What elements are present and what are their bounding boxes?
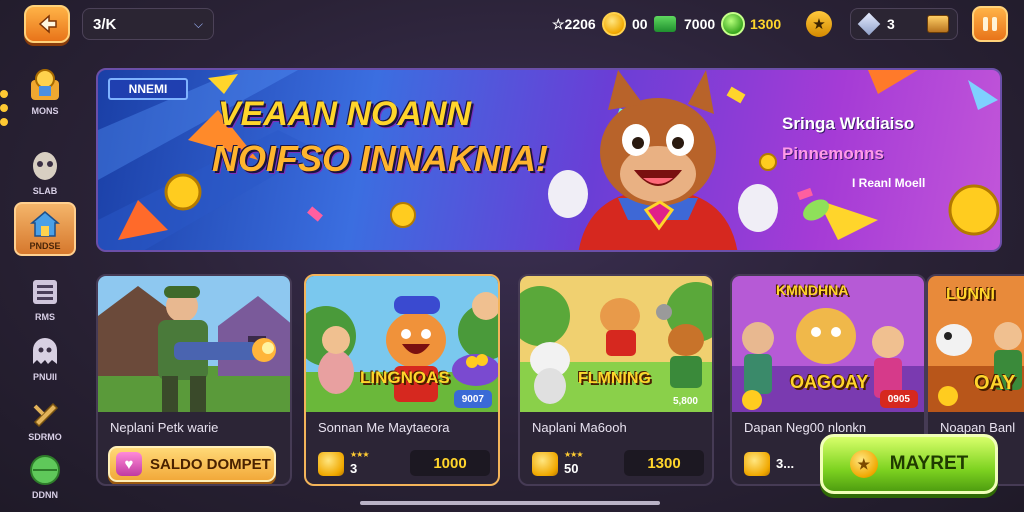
heart-icon: ♥ — [116, 452, 142, 476]
currency-cash[interactable]: 00 — [632, 9, 676, 39]
game-card[interactable]: Neplani Petk warie ♥ SALDO DOMPET — [96, 274, 292, 486]
wallet-balance-button[interactable]: ♥ SALDO DOMPET — [108, 446, 276, 482]
banner-side-line1: Sringa Wkdiaiso — [782, 114, 915, 133]
rating-stars: ★★★ — [564, 450, 583, 459]
game-name: Dapan Neg00 nlonkn — [744, 420, 867, 435]
coin-icon: ★ — [849, 450, 878, 478]
play-button[interactable]: ★ MAYRET — [820, 434, 998, 494]
game-name: Neplani Petk warie — [110, 420, 219, 435]
game-art-title-top: LUNNI — [946, 286, 995, 303]
chevron-down-icon: ⌵ — [193, 16, 203, 31]
game-art-title: LINGNOAS — [360, 368, 450, 387]
sidebar-item-mask[interactable]: SLAB — [14, 148, 76, 196]
banner-side-text: Sringa Wkdiaiso Pinnemonns I Reanl Moell — [782, 114, 982, 190]
cash-icon — [653, 16, 676, 32]
cash-amount: 00 — [632, 16, 648, 32]
game-card-art — [98, 276, 290, 412]
sidebar-item-globe[interactable]: DDNN — [14, 452, 76, 500]
coin-bag-icon — [744, 452, 770, 476]
server-dropdown[interactable]: 3/K ⌵ — [82, 8, 214, 40]
sidebar-item-label: MONS — [31, 106, 59, 116]
game-stats: ★★★ 3 1000 — [316, 448, 496, 478]
chest-icon — [927, 15, 949, 33]
pause-button[interactable] — [972, 6, 1008, 42]
back-button[interactable] — [24, 5, 70, 43]
sidebar-item-shop[interactable]: MONS — [14, 68, 76, 116]
ghost-icon — [25, 334, 65, 370]
coin-bag-icon — [318, 452, 344, 476]
game-art-title: OAGOAY — [790, 372, 869, 392]
sidebar-item-list[interactable]: RMS — [14, 274, 76, 322]
game-badge: 9007 — [453, 390, 492, 408]
banner-side-line2: Pinnemonns — [782, 144, 885, 163]
sidebar-item-label: RMS — [35, 312, 55, 322]
game-badge: 0905 — [879, 390, 918, 408]
home-icon — [25, 209, 65, 239]
sidebar-item-home[interactable]: PNDSE — [14, 202, 76, 256]
game-card[interactable]: LINGNOAS 9007 Sonnan Me Maytaeora ★★★ 3 … — [304, 274, 500, 486]
game-stats: ★★★ 50 1300 — [530, 448, 710, 478]
banner-side-line3: I Reanl Moell — [852, 176, 926, 190]
game-art-title: FLMNING — [578, 370, 651, 387]
sidebar-item-tools[interactable]: SDRMO — [14, 394, 76, 442]
rating-stars: ★★★ — [350, 450, 369, 459]
promo-banner[interactable]: NNEMI VEAAN NOANN NOIFSO INNAKNIA! Sring… — [96, 68, 1002, 252]
wallet-balance-label: SALDO DOMPET — [150, 455, 271, 473]
sidebar-item-label: PNUII — [32, 372, 57, 382]
coin-amount: ☆2206 — [552, 15, 596, 32]
sidebar-item-label: PNDSE — [29, 241, 61, 251]
currency-gems[interactable]: 1300 — [750, 9, 781, 39]
dropdown-value: 3/K — [93, 15, 117, 33]
sidebar-item-ghost[interactable]: PNUII — [14, 334, 76, 382]
shop-icon — [25, 68, 65, 104]
play-button-label: MAYRET — [889, 453, 969, 474]
banner-title: VEAAN NOANN NOIFSO INNAKNIA! — [212, 95, 578, 179]
list-icon — [25, 274, 65, 310]
currency-coins[interactable]: ☆2206 — [552, 9, 626, 39]
globe-icon — [25, 452, 65, 488]
pause-icon — [983, 17, 988, 31]
crystal-icon — [857, 12, 881, 36]
coin-bag-icon — [532, 452, 558, 476]
game-art-title-top: KMNDHNA — [776, 282, 849, 298]
game-jackpot: 1300 — [624, 450, 704, 476]
wrench-icon — [25, 394, 65, 430]
game-name: Naplani Ma6ooh — [532, 420, 627, 435]
cash-amount-2: 7000 — [684, 16, 716, 32]
game-art-title: OAY — [974, 372, 1016, 394]
sidebar: MONS SLAB PNDSE RMS PNUII SDRMO DDNN — [0, 60, 84, 512]
game-level: 3 — [350, 461, 358, 476]
banner-title-line2: NOIFSO INNAKNIA! — [212, 138, 548, 180]
game-name: Noapan Banl — [940, 420, 1016, 435]
gem-icon — [721, 12, 746, 36]
star-icon[interactable]: ★ — [806, 11, 832, 37]
sidebar-item-label: SDRMO — [28, 432, 62, 442]
arrow-left-icon — [38, 14, 57, 34]
game-name: Sonnan Me Maytaeora — [318, 420, 450, 435]
game-card[interactable]: FLMNING 5,800 Naplani Ma6ooh ★★★ 50 1300 — [518, 274, 714, 486]
crystal-count: 3 — [887, 16, 895, 32]
coin-icon — [601, 12, 626, 36]
game-badge: 5,800 — [672, 395, 698, 407]
top-bar: 3/K ⌵ ☆2206 00 7000 1300 ★ 3 — [0, 0, 1024, 52]
gem-amount: 1300 — [750, 16, 782, 32]
crystal-counter[interactable]: 3 — [850, 8, 958, 40]
game-level: 3... — [776, 456, 795, 471]
mask-icon — [25, 148, 65, 184]
game-jackpot: 1000 — [410, 450, 490, 476]
banner-badge: NNEMI — [108, 78, 188, 100]
sidebar-item-label: SLAB — [32, 186, 58, 196]
game-level: 50 — [564, 461, 579, 476]
home-indicator — [360, 501, 660, 505]
sidebar-item-label: DDNN — [32, 490, 58, 500]
banner-title-line1: VEAAN NOANN — [218, 95, 472, 133]
currency-cash-2[interactable]: 7000 — [684, 9, 746, 39]
